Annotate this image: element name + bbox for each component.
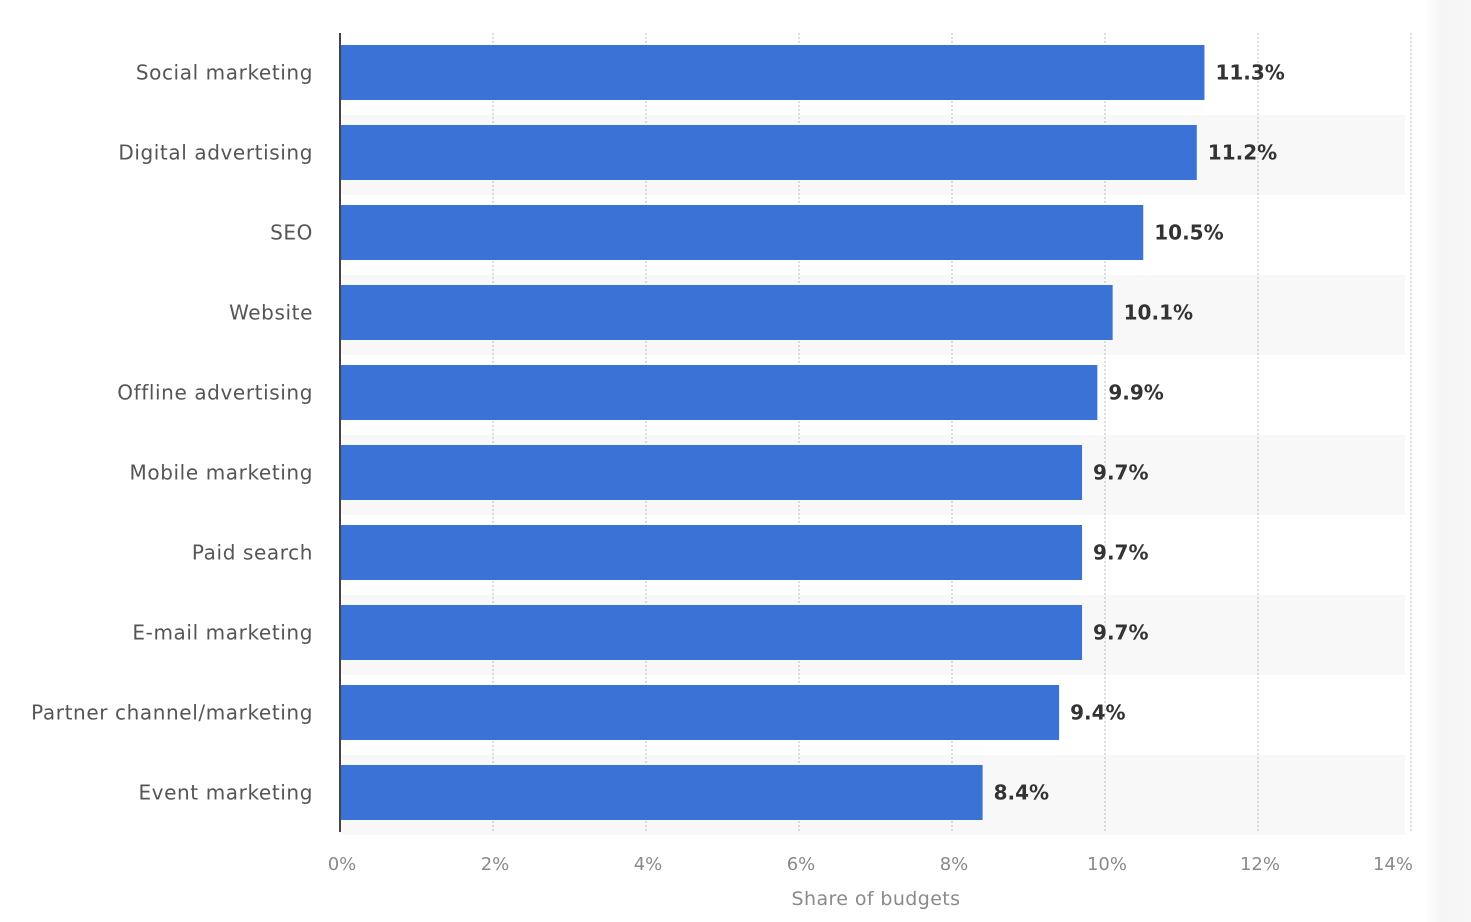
x-tick-label: 8% [940, 854, 969, 875]
category-label: Event marketing [138, 781, 313, 805]
bar[interactable] [340, 685, 1060, 740]
category-label: E-mail marketing [132, 621, 313, 645]
bar[interactable] [340, 365, 1098, 420]
x-axis-title: Share of budgets [792, 888, 961, 910]
value-label: 9.7% [1093, 621, 1148, 645]
category-label: Social marketing [136, 61, 313, 85]
category-labels: Social marketing Digital advertising SEO We… [31, 61, 313, 805]
category-label: Website [229, 301, 313, 325]
x-tick-label: 10% [1087, 854, 1127, 875]
x-tick-label: 6% [787, 854, 816, 875]
value-label: 9.9% [1108, 381, 1163, 405]
category-label: Paid search [192, 541, 313, 565]
bar[interactable] [340, 45, 1205, 100]
value-label: 11.2% [1208, 141, 1277, 165]
value-label: 9.4% [1070, 701, 1125, 725]
bar[interactable] [340, 525, 1083, 580]
category-label: SEO [270, 221, 313, 245]
x-tick-label: 0% [328, 854, 357, 875]
bar[interactable] [340, 445, 1083, 500]
value-label: 8.4% [994, 781, 1049, 805]
x-tick-label: 4% [634, 854, 663, 875]
x-tick-label: 14% [1373, 854, 1413, 875]
x-tick-label: 12% [1240, 854, 1280, 875]
bar-chart: Social marketing Digital advertising SEO We… [31, 33, 1413, 910]
x-tick-labels: 0% 2% 4% 6% 8% 10% 12% 14% [328, 854, 1413, 875]
category-label: Mobile marketing [130, 461, 313, 485]
value-label: 11.3% [1215, 61, 1284, 85]
category-label: Partner channel/marketing [31, 701, 313, 725]
value-label: 9.7% [1093, 461, 1148, 485]
value-label: 10.1% [1124, 301, 1193, 325]
bar[interactable] [340, 605, 1083, 660]
value-label: 10.5% [1154, 221, 1223, 245]
value-label: 9.7% [1093, 541, 1148, 565]
category-label: Digital advertising [118, 141, 313, 165]
bar[interactable] [340, 285, 1113, 340]
x-tick-label: 2% [481, 854, 510, 875]
category-label: Offline advertising [117, 381, 313, 405]
bar[interactable] [340, 125, 1197, 180]
bar[interactable] [340, 205, 1144, 260]
bar[interactable] [340, 765, 983, 820]
